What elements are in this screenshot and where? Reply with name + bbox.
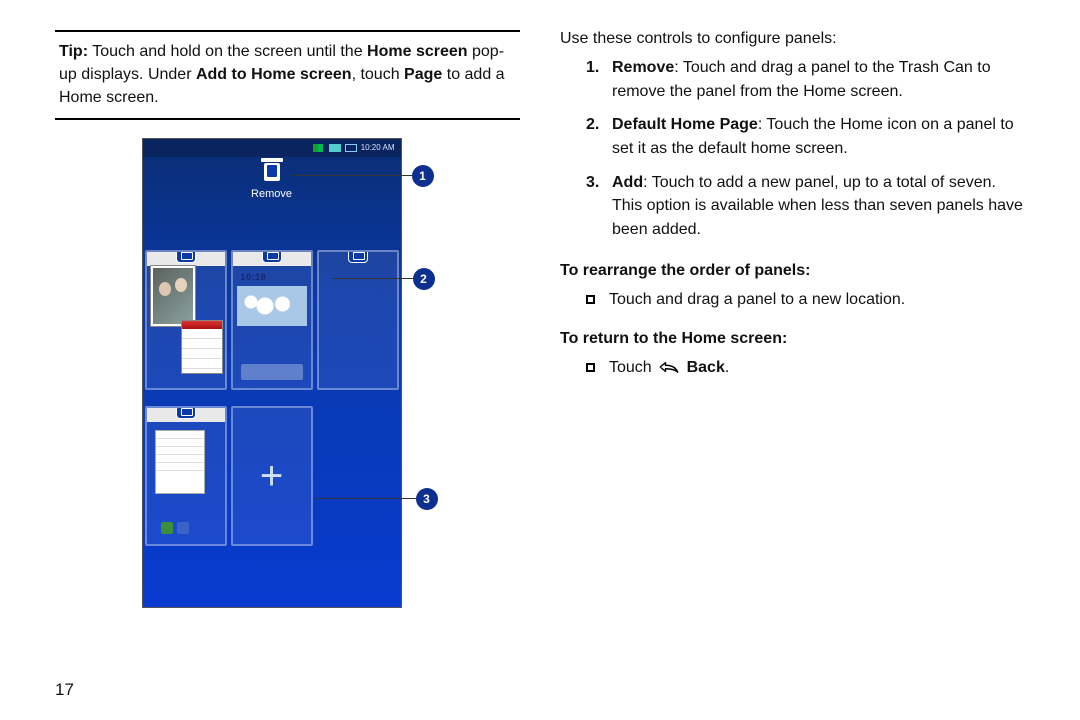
figure: 10:20 AM Remove [142, 138, 434, 608]
bullet-text: Touch Back. [609, 356, 729, 380]
figure-wrap: 10:20 AM Remove [55, 138, 520, 608]
note-widget [155, 430, 205, 494]
bullet-pre: Touch [609, 359, 656, 376]
callout-2: 2 [142, 268, 435, 290]
callout-bubble: 1 [412, 165, 434, 187]
callout-bubble: 2 [413, 268, 435, 290]
phone-screenshot: 10:20 AM Remove [142, 138, 402, 608]
callout-3: 3 [142, 488, 438, 510]
back-icon [658, 360, 680, 374]
rule-bottom [55, 118, 520, 120]
item-text: Add: Touch to add a new panel, up to a t… [612, 171, 1025, 242]
bullet-text: Touch and drag a panel to a new location… [609, 288, 905, 312]
bullet-post: . [725, 359, 729, 376]
item-desc: : Touch to add a new panel, up to a tota… [612, 174, 1023, 238]
add-panel-button: + [231, 406, 313, 546]
app-icons [161, 522, 189, 534]
dock [241, 364, 303, 380]
home-indicator-icon [348, 251, 368, 263]
signal-icon [313, 144, 323, 152]
bullet-bold: Back [687, 359, 725, 376]
tip-label: Tip: [59, 43, 88, 60]
status-bar: 10:20 AM [143, 139, 401, 157]
home-indicator-icon [262, 251, 282, 263]
item-term: Remove [612, 59, 674, 76]
tip-text-3: , touch [352, 66, 404, 83]
item-text: Remove: Touch and drag a panel to the Tr… [612, 56, 1025, 103]
numbered-list: 1. Remove: Touch and drag a panel to the… [560, 56, 1025, 252]
callout-line [333, 278, 413, 279]
tip-paragraph: Tip: Touch and hold on the screen until … [55, 32, 520, 118]
list-item: 2. Default Home Page: Touch the Home ico… [586, 113, 1025, 160]
item-number: 2. [586, 113, 612, 160]
calendar-widget [181, 320, 223, 374]
item-number: 3. [586, 171, 612, 242]
remove-label: Remove [143, 188, 401, 200]
item-number: 1. [586, 56, 612, 103]
bullet-list: Touch Back. [560, 356, 1025, 388]
callout-1: 1 [142, 165, 434, 187]
left-column: Tip: Touch and hold on the screen until … [55, 30, 520, 700]
manual-page: Tip: Touch and hold on the screen until … [0, 0, 1080, 720]
item-term: Add [612, 174, 643, 191]
tip-text-1: Touch and hold on the screen until the [88, 43, 367, 60]
bullet-list: Touch and drag a panel to a new location… [560, 288, 1025, 320]
callout-bubble: 3 [416, 488, 438, 510]
tip-bold-1: Home screen [367, 43, 468, 60]
status-time: 10:20 AM [361, 143, 395, 152]
home-indicator-icon [176, 251, 196, 263]
callout-line [292, 175, 412, 176]
subheading-return: To return to the Home screen: [560, 330, 1025, 348]
battery-icon [345, 144, 357, 152]
bullet-square-icon [586, 363, 595, 372]
panel-thumbnail [145, 406, 227, 546]
intro-text: Use these controls to configure panels: [560, 30, 1025, 48]
list-item: 1. Remove: Touch and drag a panel to the… [586, 56, 1025, 103]
list-item: Touch and drag a panel to a new location… [586, 288, 1025, 312]
wallpaper [237, 286, 307, 326]
subheading-rearrange: To rearrange the order of panels: [560, 262, 1025, 280]
list-item: Touch Back. [586, 356, 1025, 380]
callout-line [316, 498, 416, 499]
list-item: 3. Add: Touch to add a new panel, up to … [586, 171, 1025, 242]
tip-bold-3: Page [404, 66, 442, 83]
right-column: Use these controls to configure panels: … [560, 30, 1025, 700]
wifi-icon [329, 144, 341, 152]
home-indicator-icon [176, 407, 196, 419]
item-term: Default Home Page [612, 116, 758, 133]
tip-bold-2: Add to Home screen [196, 66, 352, 83]
item-text: Default Home Page: Touch the Home icon o… [612, 113, 1025, 160]
bullet-square-icon [586, 295, 595, 304]
page-number: 17 [55, 650, 520, 700]
